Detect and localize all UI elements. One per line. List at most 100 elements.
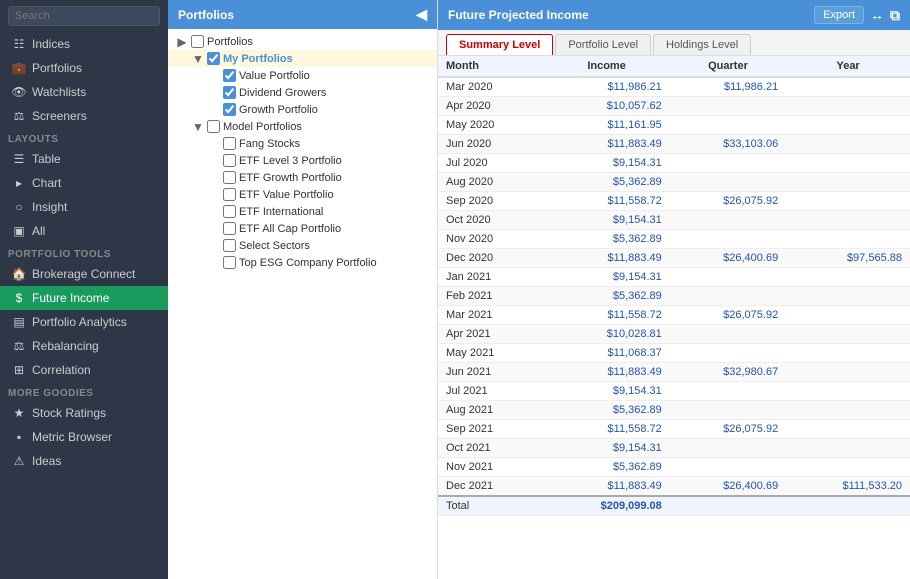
tree-node-growth-portfolio[interactable]: Growth Portfolio xyxy=(168,101,437,118)
node-checkbox[interactable] xyxy=(223,69,236,82)
tree-node-etf-allcap[interactable]: ETF All Cap Portfolio xyxy=(168,220,437,237)
table-row: Nov 2020$5,362.89 xyxy=(438,230,910,249)
node-label: ETF Growth Portfolio xyxy=(239,172,342,184)
node-label: ETF Level 3 Portfolio xyxy=(239,155,342,167)
cell-income: $11,161.95 xyxy=(543,116,669,135)
expand-toggle xyxy=(208,104,220,116)
scale-icon: ⚖ xyxy=(12,339,26,353)
table-row: May 2020$11,161.95 xyxy=(438,116,910,135)
node-checkbox[interactable] xyxy=(223,222,236,235)
sidebar-item-watchlists[interactable]: 👁 Watchlists xyxy=(0,80,168,104)
cell-year xyxy=(786,382,910,401)
right-header-actions: Export ↔ ⧉ xyxy=(814,6,900,24)
cell-year xyxy=(786,420,910,439)
tab-summary-level[interactable]: Summary Level xyxy=(446,34,553,55)
sidebar-item-brokerage-connect[interactable]: 🏠 Brokerage Connect xyxy=(0,262,168,286)
col-month: Month xyxy=(438,56,543,77)
cell-quarter xyxy=(670,116,786,135)
total-quarter xyxy=(670,496,786,516)
tree-node-model-portfolios[interactable]: ▼ Model Portfolios xyxy=(168,118,437,135)
search-input[interactable] xyxy=(8,6,160,26)
tree-node-etf-growth[interactable]: ETF Growth Portfolio xyxy=(168,169,437,186)
sidebar-item-label: Metric Browser xyxy=(32,430,112,444)
arrow-icon[interactable]: ↔ xyxy=(870,7,884,23)
node-checkbox[interactable] xyxy=(223,86,236,99)
tree-node-dividend-growers[interactable]: Dividend Growers xyxy=(168,84,437,101)
cell-month: Nov 2021 xyxy=(438,458,543,477)
tree-node-etf-international[interactable]: ETF International xyxy=(168,203,437,220)
sidebar-item-chart[interactable]: ▸ Chart xyxy=(0,171,168,195)
cell-month: Jan 2021 xyxy=(438,268,543,287)
sidebar-item-indices[interactable]: ☷ Indices xyxy=(0,32,168,56)
sidebar-item-portfolio-analytics[interactable]: ▤ Portfolio Analytics xyxy=(0,310,168,334)
cell-income: $9,154.31 xyxy=(543,154,669,173)
middle-header: Portfolios ◀ xyxy=(168,0,437,29)
tree-node-fang-stocks[interactable]: Fang Stocks xyxy=(168,135,437,152)
node-checkbox[interactable] xyxy=(223,205,236,218)
sidebar-item-future-income[interactable]: $ Future Income xyxy=(0,286,168,310)
cell-year xyxy=(786,458,910,477)
tree-node-value-portfolio[interactable]: Value Portfolio xyxy=(168,67,437,84)
tree-node-etf-value[interactable]: ETF Value Portfolio xyxy=(168,186,437,203)
export-button[interactable]: Export xyxy=(814,6,864,24)
star-icon: ★ xyxy=(12,406,26,420)
cell-income: $11,068.37 xyxy=(543,344,669,363)
node-checkbox[interactable] xyxy=(223,154,236,167)
layouts-section-label: Layouts xyxy=(0,128,168,147)
sidebar-item-ideas[interactable]: ⚠ Ideas xyxy=(0,449,168,473)
tree-node-select-sectors[interactable]: Select Sectors xyxy=(168,237,437,254)
cell-income: $9,154.31 xyxy=(543,268,669,287)
cell-income: $9,154.31 xyxy=(543,211,669,230)
cell-year xyxy=(786,192,910,211)
portfolio-tools-section-label: Portfolio Tools xyxy=(0,243,168,262)
external-link-icon[interactable]: ⧉ xyxy=(890,7,900,24)
node-label: Value Portfolio xyxy=(239,70,310,82)
cell-year xyxy=(786,154,910,173)
cell-income: $11,558.72 xyxy=(543,192,669,211)
income-table-container: Month Income Quarter Year Mar 2020$11,98… xyxy=(438,56,910,579)
node-checkbox[interactable] xyxy=(191,35,204,48)
sidebar-item-label: Indices xyxy=(32,37,70,51)
node-label: Growth Portfolio xyxy=(239,104,318,116)
node-checkbox[interactable] xyxy=(223,137,236,150)
cell-quarter xyxy=(670,458,786,477)
sidebar-item-all[interactable]: ▣ All xyxy=(0,219,168,243)
sidebar-item-table[interactable]: ☰ Table xyxy=(0,147,168,171)
node-checkbox[interactable] xyxy=(223,239,236,252)
node-checkbox[interactable] xyxy=(223,256,236,269)
collapse-button[interactable]: ◀ xyxy=(416,6,427,23)
sidebar-item-screeners[interactable]: ⚖ Screeners xyxy=(0,104,168,128)
sidebar-item-correlation[interactable]: ⊞ Correlation xyxy=(0,358,168,382)
cell-income: $11,883.49 xyxy=(543,477,669,497)
tree-node-etf-level3[interactable]: ETF Level 3 Portfolio xyxy=(168,152,437,169)
node-checkbox[interactable] xyxy=(207,52,220,65)
cell-income: $10,057.62 xyxy=(543,97,669,116)
tree-node-portfolios[interactable]: ▶ Portfolios xyxy=(168,33,437,50)
sidebar-item-insight[interactable]: ○ Insight xyxy=(0,195,168,219)
cell-month: Apr 2021 xyxy=(438,325,543,344)
cell-quarter: $32,980.67 xyxy=(670,363,786,382)
tree-node-my-portfolios[interactable]: ▼ My Portfolios xyxy=(168,50,437,67)
cell-month: Oct 2021 xyxy=(438,439,543,458)
sidebar-item-rebalancing[interactable]: ⚖ Rebalancing xyxy=(0,334,168,358)
cell-year: $97,565.88 xyxy=(786,249,910,268)
table-row: Oct 2021$9,154.31 xyxy=(438,439,910,458)
sidebar-item-metric-browser[interactable]: ▪ Metric Browser xyxy=(0,425,168,449)
sidebar-item-label: Future Income xyxy=(32,291,109,305)
sidebar-item-stock-ratings[interactable]: ★ Stock Ratings xyxy=(0,401,168,425)
sidebar-item-portfolios[interactable]: 💼 Portfolios xyxy=(0,56,168,80)
tab-holdings-level[interactable]: Holdings Level xyxy=(653,34,751,55)
tab-portfolio-level[interactable]: Portfolio Level xyxy=(555,34,651,55)
node-checkbox[interactable] xyxy=(207,120,220,133)
sidebar-item-label: Table xyxy=(32,152,61,166)
cell-quarter xyxy=(670,211,786,230)
node-checkbox[interactable] xyxy=(223,171,236,184)
node-checkbox[interactable] xyxy=(223,103,236,116)
expand-toggle xyxy=(208,138,220,150)
node-checkbox[interactable] xyxy=(223,188,236,201)
tree-node-top-esg[interactable]: Top ESG Company Portfolio xyxy=(168,254,437,271)
cell-year xyxy=(786,287,910,306)
sidebar-item-label: Rebalancing xyxy=(32,339,99,353)
table-row: Apr 2020$10,057.62 xyxy=(438,97,910,116)
table-header-row: Month Income Quarter Year xyxy=(438,56,910,77)
